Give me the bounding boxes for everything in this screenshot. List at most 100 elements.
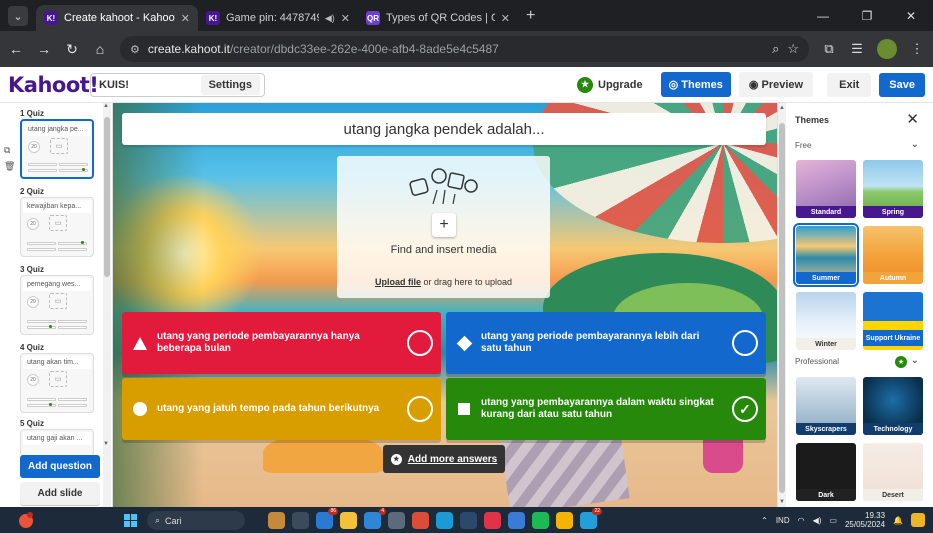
theme-winter[interactable]: Winter: [796, 292, 856, 350]
upgrade-button[interactable]: ★ Upgrade: [567, 76, 653, 93]
correct-toggle[interactable]: [407, 396, 433, 422]
wifi-icon[interactable]: ◠: [798, 516, 805, 525]
preview-button[interactable]: ◉ Preview: [738, 72, 814, 97]
minimize-icon[interactable]: —: [801, 9, 845, 23]
profile-avatar[interactable]: [877, 39, 897, 59]
site-info-icon[interactable]: ⚙: [130, 43, 140, 56]
file-explorer-icon[interactable]: [340, 512, 357, 529]
browser-menu-icon[interactable]: ⋮: [909, 41, 925, 57]
answer-option-4[interactable]: utang yang pembayarannya dalam waktu sin…: [446, 378, 766, 440]
upload-file-link[interactable]: Upload file: [375, 277, 421, 287]
answer-option-3[interactable]: utang yang jatuh tempo pada tahun beriku…: [122, 378, 441, 440]
correct-toggle[interactable]: [732, 330, 758, 356]
chevron-down-icon[interactable]: ⌄: [911, 355, 919, 366]
scrollbar-thumb[interactable]: [104, 117, 110, 277]
answer-option-1[interactable]: utang yang periode pembayarannya hanya b…: [122, 312, 441, 374]
scroll-up-icon[interactable]: ▲: [779, 105, 785, 111]
extensions-icon[interactable]: ⧉: [821, 41, 837, 57]
answer-text[interactable]: utang yang jatuh tempo pada tahun beriku…: [157, 403, 407, 415]
tab-create-kahoot[interactable]: K! Create kahoot - Kahoot! ✕: [36, 5, 198, 31]
canvas-scrollbar[interactable]: ▲ ▼: [777, 103, 786, 507]
theme-autumn[interactable]: Autumn: [863, 226, 923, 284]
sidebar-scrollbar[interactable]: ▲ ▼: [103, 103, 111, 507]
bookmark-star-icon[interactable]: ☆: [787, 41, 799, 57]
kahoot-logo[interactable]: Kahoot!: [8, 73, 99, 97]
theme-support-ukraine[interactable]: Support Ukraine: [863, 292, 923, 350]
duplicate-icon[interactable]: ⧉: [4, 145, 10, 156]
forward-icon[interactable]: →: [36, 41, 52, 57]
volume-icon[interactable]: ◀): [813, 516, 822, 525]
tab-game-pin[interactable]: K! Game pin: 4478749 - Waitin ◀) ✕: [198, 5, 358, 31]
app-icon[interactable]: 86: [316, 508, 338, 529]
slide-thumbnail[interactable]: utang gaji akan ...: [20, 429, 94, 457]
answer-option-2[interactable]: utang yang periode pembayarannya lebih d…: [446, 312, 766, 374]
taskbar-search[interactable]: ⌕ Cari: [147, 511, 245, 530]
theme-technology[interactable]: Technology: [863, 377, 923, 435]
themes-button[interactable]: ◎ Themes: [660, 72, 731, 97]
scroll-up-icon[interactable]: ▲: [103, 103, 109, 109]
tab-close-icon[interactable]: ✕: [181, 12, 190, 25]
add-media-button[interactable]: +: [432, 213, 456, 237]
question-input[interactable]: utang jangka pendek adalah...: [122, 113, 766, 145]
back-icon[interactable]: ←: [8, 41, 24, 57]
task-view-icon[interactable]: [292, 512, 309, 529]
theme-desert[interactable]: Desert: [863, 443, 923, 501]
slide-thumbnail[interactable]: utang akan tim... 20 ▭: [20, 353, 94, 413]
spotify-icon[interactable]: [532, 512, 549, 529]
start-menu-icon[interactable]: [124, 514, 137, 527]
tab-close-icon[interactable]: ✕: [501, 12, 510, 25]
theme-dark[interactable]: Dark: [796, 443, 856, 501]
scroll-down-icon[interactable]: ▼: [779, 499, 785, 505]
url-input[interactable]: ⚙ create.kahoot.it/creator/dbdc33ee-262e…: [120, 36, 809, 62]
theme-spring[interactable]: Spring: [863, 160, 923, 218]
theme-summer[interactable]: Summer: [793, 223, 859, 287]
slide-thumbnail[interactable]: utang jangka pe... 20 ▭: [20, 119, 94, 179]
theme-skyscrapers[interactable]: Skyscrapers: [796, 377, 856, 435]
add-slide-button[interactable]: Add slide: [20, 482, 100, 505]
add-question-button[interactable]: Add question: [20, 455, 100, 478]
tab-search-icon[interactable]: ⌄: [8, 6, 28, 26]
media-insert-area[interactable]: + Find and insert media Upload file or d…: [337, 156, 550, 298]
telegram-icon[interactable]: 22: [580, 508, 602, 529]
chrome-icon[interactable]: [412, 512, 429, 529]
new-tab-icon[interactable]: +: [526, 7, 535, 25]
exit-button[interactable]: Exit: [827, 72, 872, 97]
correct-check-icon[interactable]: ✓: [732, 396, 758, 422]
save-button[interactable]: Save: [879, 72, 925, 97]
slide-thumbnail[interactable]: kewajiban kepa... 20 ▭: [20, 197, 94, 257]
clock[interactable]: 19.33 25/05/2024: [845, 511, 885, 529]
kahoot-title-field[interactable]: KUIS! Settings: [90, 72, 265, 97]
app-icon[interactable]: 4: [364, 508, 386, 529]
app-icon[interactable]: [508, 512, 525, 529]
correct-toggle[interactable]: [407, 330, 433, 356]
zoom-icon[interactable]: ⌕: [772, 41, 779, 57]
chevron-down-icon[interactable]: ⌄: [911, 139, 919, 150]
weather-icon[interactable]: [16, 511, 36, 529]
speaker-icon[interactable]: ◀): [325, 13, 335, 24]
reload-icon[interactable]: ↻: [64, 41, 80, 58]
copilot-icon[interactable]: [911, 513, 925, 527]
chevron-up-icon[interactable]: ⌃: [761, 516, 768, 525]
tab-qr-codes[interactable]: QR Types of QR Codes | Choose dif ✕: [358, 5, 518, 31]
app-icon[interactable]: [436, 512, 453, 529]
scroll-down-icon[interactable]: ▼: [103, 441, 109, 447]
app-icon[interactable]: [268, 512, 285, 529]
restore-icon[interactable]: ❐: [845, 9, 889, 23]
answer-text[interactable]: utang yang pembayarannya dalam waktu sin…: [481, 397, 732, 421]
chrome-profile-icon[interactable]: [556, 512, 573, 529]
battery-icon[interactable]: ▭: [829, 516, 837, 525]
reading-list-icon[interactable]: ☰: [849, 41, 865, 57]
scrollbar-thumb[interactable]: [779, 123, 785, 493]
delete-icon[interactable]: 🗑: [4, 161, 15, 172]
close-window-icon[interactable]: ✕: [889, 9, 933, 23]
notification-bell-icon[interactable]: 🔔: [893, 516, 903, 525]
answer-text[interactable]: utang yang periode pembayarannya lebih d…: [481, 331, 732, 355]
close-icon[interactable]: ✕: [906, 110, 919, 128]
tab-close-icon[interactable]: ✕: [341, 12, 350, 25]
answer-text[interactable]: utang yang periode pembayarannya hanya b…: [157, 331, 407, 355]
theme-standard[interactable]: Standard: [796, 160, 856, 218]
home-icon[interactable]: ⌂: [92, 41, 108, 57]
slide-thumbnail[interactable]: pemegang wes... 20 ▭: [20, 275, 94, 335]
language-indicator[interactable]: IND: [776, 516, 790, 525]
store-icon[interactable]: [388, 512, 405, 529]
